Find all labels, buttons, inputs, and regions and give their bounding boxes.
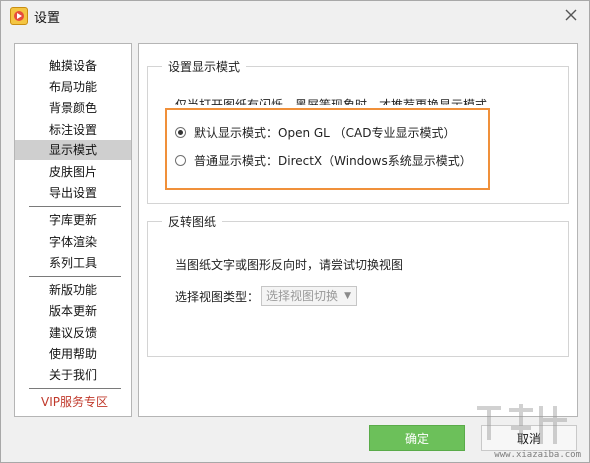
sidebar-item-new-features[interactable]: 新版功能 xyxy=(15,280,131,300)
sidebar-item-background-color[interactable]: 背景颜色 xyxy=(15,98,131,118)
sidebar-item-vip[interactable]: VIP服务专区 xyxy=(15,392,131,412)
sidebar-divider xyxy=(29,206,121,207)
flip-description: 当图纸文字或图形反向时，请尝试切换视图 xyxy=(175,258,404,272)
flip-group-title: 反转图纸 xyxy=(162,213,223,230)
view-type-select-value: 选择视图切换 xyxy=(266,289,339,303)
settings-sidebar: 触摸设备 布局功能 背景颜色 标注设置 显示模式 皮肤图片 导出设置 字库更新 … xyxy=(14,43,132,417)
sidebar-item-export[interactable]: 导出设置 xyxy=(15,183,131,203)
sidebar-item-annotation[interactable]: 标注设置 xyxy=(15,120,131,140)
display-mode-group-title: 设置显示模式 xyxy=(162,58,247,75)
sidebar-item-help[interactable]: 使用帮助 xyxy=(15,344,131,364)
sidebar-item-skin[interactable]: 皮肤图片 xyxy=(15,162,131,182)
radio-opengl-label: 默认显示模式：Open GL （CAD专业显示模式） xyxy=(194,126,456,140)
title-bar: 设置 xyxy=(1,1,589,31)
view-type-label: 选择视图类型： xyxy=(175,290,260,304)
sidebar-item-layout[interactable]: 布局功能 xyxy=(15,77,131,97)
sidebar-divider xyxy=(29,388,121,389)
sidebar-item-font-render[interactable]: 字体渲染 xyxy=(15,232,131,252)
sidebar-item-display-mode[interactable]: 显示模式 xyxy=(15,140,131,160)
sidebar-item-version-update[interactable]: 版本更新 xyxy=(15,301,131,321)
radio-directx-indicator[interactable] xyxy=(175,155,186,166)
window-title: 设置 xyxy=(34,11,61,26)
watermark-url: www.xiazaiba.com xyxy=(494,450,581,460)
radio-directx-label: 普通显示模式：DirectX（Windows系统显示模式） xyxy=(194,154,472,168)
sidebar-item-about[interactable]: 关于我们 xyxy=(15,365,131,385)
sidebar-item-feedback[interactable]: 建议反馈 xyxy=(15,323,131,343)
settings-content: 设置显示模式 仅当打开图纸有闪烁、黑屏等现象时，才推荐更换显示模式 默认显示模式… xyxy=(138,43,578,417)
sidebar-item-series-tools[interactable]: 系列工具 xyxy=(15,253,131,273)
radio-opengl[interactable]: 默认显示模式：Open GL （CAD专业显示模式） xyxy=(175,124,456,141)
chevron-down-icon: ▼ xyxy=(344,291,351,301)
settings-dialog: 设置 触摸设备 布局功能 背景颜色 标注设置 显示模式 皮肤图片 导出设置 字库… xyxy=(0,0,590,463)
radio-opengl-indicator[interactable] xyxy=(175,127,186,138)
highlight-box xyxy=(165,108,490,190)
sidebar-item-touch-device[interactable]: 触摸设备 xyxy=(15,56,131,76)
close-icon[interactable] xyxy=(559,4,583,26)
sidebar-divider xyxy=(29,276,121,277)
ok-button[interactable]: 确定 xyxy=(369,425,465,451)
view-type-select[interactable]: 选择视图切换 ▼ xyxy=(261,286,357,306)
display-mode-note: 仅当打开图纸有闪烁、黑屏等现象时，才推荐更换显示模式 xyxy=(175,98,488,105)
sidebar-item-font-update[interactable]: 字库更新 xyxy=(15,210,131,230)
app-logo-icon xyxy=(10,7,28,25)
watermark-logo xyxy=(471,400,583,456)
radio-directx[interactable]: 普通显示模式：DirectX（Windows系统显示模式） xyxy=(175,152,472,169)
